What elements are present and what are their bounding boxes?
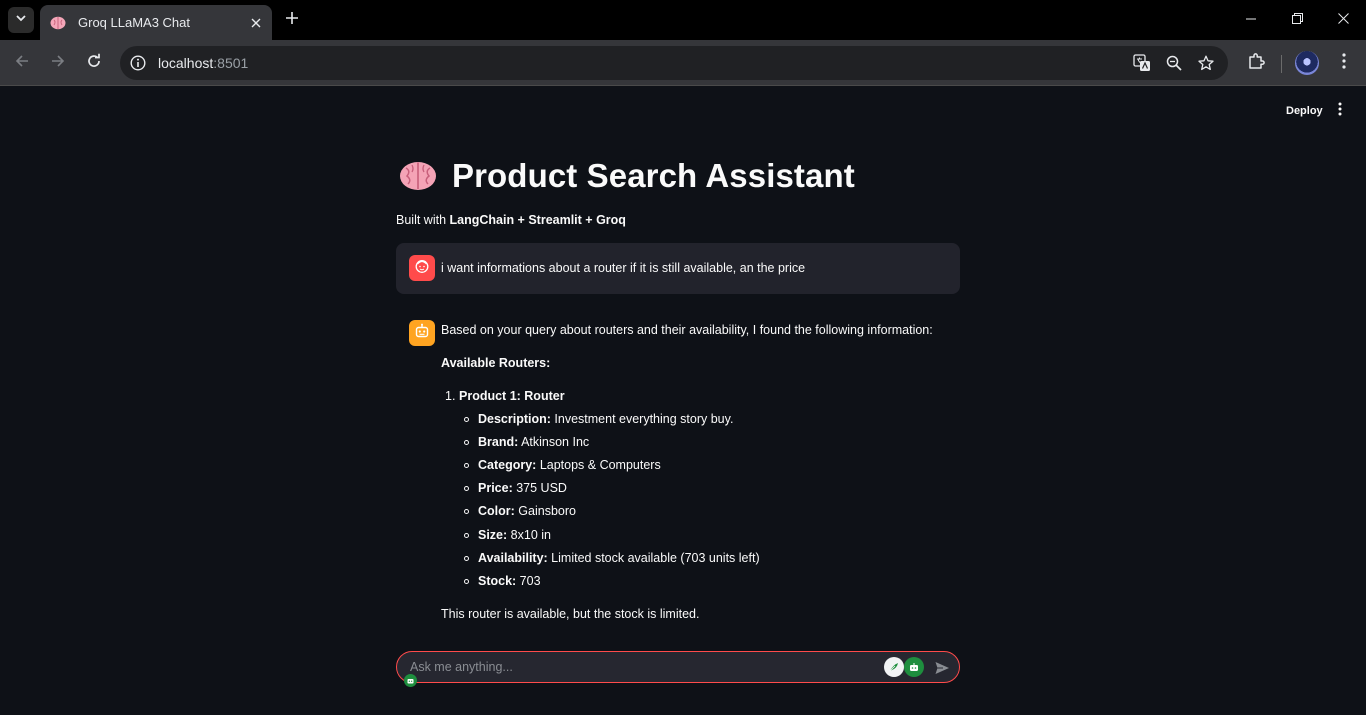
robot-icon [414, 323, 430, 344]
reload-icon [86, 53, 102, 74]
brain-icon [396, 158, 440, 194]
field-value: Gainsboro [514, 504, 576, 518]
app-menu-button[interactable] [1332, 102, 1348, 120]
subtitle-prefix: Built with [396, 213, 450, 227]
forward-button[interactable] [44, 49, 72, 77]
close-icon [1337, 11, 1349, 29]
section-heading: Available Routers: [441, 356, 551, 370]
back-button[interactable] [8, 49, 36, 77]
list-item: Price: 375 USD [464, 481, 567, 495]
bullet-icon [464, 486, 469, 491]
url-text[interactable]: localhost:8501 [158, 55, 248, 71]
page-header: Product Search Assistant [396, 157, 855, 195]
field-value: 703 [516, 574, 541, 588]
bullet-icon [464, 533, 469, 538]
window-controls [1228, 0, 1366, 40]
zoom-icon[interactable] [1162, 51, 1186, 75]
browser-tab[interactable]: Groq LLaMA3 Chat [40, 5, 272, 40]
field-value: 8x10 in [507, 528, 551, 542]
subtitle-tech-stack: LangChain + Streamlit + Groq [449, 213, 626, 227]
bullet-icon [464, 509, 469, 514]
bullet-icon [464, 440, 469, 445]
arrow-right-icon [50, 53, 66, 74]
field-value: 375 USD [512, 481, 567, 495]
list-item: Stock: 703 [464, 574, 541, 588]
list-item: Category: Laptops & Computers [464, 458, 661, 472]
bookmark-star-icon[interactable] [1194, 51, 1218, 75]
bullet-icon [464, 556, 469, 561]
close-icon[interactable] [244, 11, 268, 35]
field-label: Price: [478, 481, 513, 495]
arrow-left-icon [14, 53, 30, 74]
user-message: i want informations about a router if it… [396, 243, 960, 294]
page-title: Product Search Assistant [452, 157, 855, 194]
field-value: Atkinson Inc [518, 435, 590, 449]
field-value: Limited stock available (703 units left) [547, 551, 760, 565]
restore-icon [1291, 11, 1303, 29]
reload-button[interactable] [80, 49, 108, 77]
bullet-icon [464, 417, 469, 422]
omnibox-actions [1130, 51, 1218, 75]
bullet-icon [464, 579, 469, 584]
deploy-button[interactable]: Deploy [1278, 101, 1331, 121]
minimize-button[interactable] [1228, 0, 1274, 40]
grammar-badge-icon[interactable] [404, 674, 417, 687]
toolbar-separator [1281, 55, 1282, 73]
list-item: Availability: Limited stock available (7… [464, 551, 760, 565]
list-item: Size: 8x10 in [464, 528, 551, 542]
chat-input[interactable] [410, 652, 870, 682]
list-item-number: 1. [445, 389, 456, 403]
field-value: Investment everything story buy. [550, 412, 734, 426]
user-face-icon [414, 258, 430, 279]
feather-icon[interactable] [884, 657, 904, 677]
assistant-message: Based on your query about routers and th… [396, 320, 960, 630]
tab-search-button[interactable] [8, 7, 34, 33]
extensions-button[interactable] [1242, 49, 1270, 77]
field-value: Laptops & Computers [536, 458, 661, 472]
browser-tab-bar: Groq LLaMA3 Chat [0, 0, 1366, 40]
chat-input-container [396, 651, 960, 683]
minimize-icon [1246, 11, 1256, 29]
restore-button[interactable] [1274, 0, 1320, 40]
field-label: Stock: [478, 574, 517, 588]
list-item: Brand: Atkinson Inc [464, 435, 590, 449]
chevron-down-icon [15, 11, 27, 29]
tab-title: Groq LLaMA3 Chat [78, 15, 191, 30]
user-avatar [409, 255, 435, 281]
browser-menu-button[interactable] [1332, 49, 1356, 77]
product-title: Product 1: Router [459, 389, 565, 403]
new-tab-button[interactable] [280, 8, 304, 32]
url-host: localhost [158, 55, 214, 71]
site-info-icon[interactable] [129, 54, 147, 72]
list-item: Color: Gainsboro [464, 504, 576, 518]
more-vertical-icon [1342, 52, 1346, 74]
user-message-text: i want informations about a router if it… [441, 261, 806, 275]
translate-icon[interactable] [1130, 51, 1154, 75]
app-container: Deploy Product Search Assistant Built wi… [0, 87, 1366, 715]
assistant-avatar [409, 320, 435, 346]
page-subtitle: Built with LangChain + Streamlit + Groq [396, 213, 626, 227]
url-port: :8501 [213, 55, 249, 71]
list-item: Description: Investment everything story… [464, 412, 734, 426]
field-label: Description: [478, 412, 551, 426]
field-label: Size: [478, 528, 508, 542]
assistant-intro: Based on your query about routers and th… [441, 323, 933, 337]
puzzle-icon [1247, 52, 1265, 75]
browser-toolbar: localhost:8501 [0, 40, 1366, 86]
brain-icon [50, 15, 68, 31]
grammar-robot-icon[interactable] [904, 657, 924, 677]
plus-icon [285, 11, 299, 30]
more-vertical-icon [1338, 102, 1342, 121]
window-close-button[interactable] [1320, 0, 1366, 40]
assistant-conclusion: This router is available, but the stock … [441, 607, 700, 621]
field-label: Color: [478, 504, 515, 518]
address-bar[interactable]: localhost:8501 [120, 46, 1228, 80]
send-icon[interactable] [932, 658, 952, 678]
profile-avatar[interactable] [1295, 51, 1319, 75]
field-label: Brand: [478, 435, 519, 449]
bullet-icon [464, 463, 469, 468]
field-label: Availability: [478, 551, 548, 565]
field-label: Category: [478, 458, 537, 472]
